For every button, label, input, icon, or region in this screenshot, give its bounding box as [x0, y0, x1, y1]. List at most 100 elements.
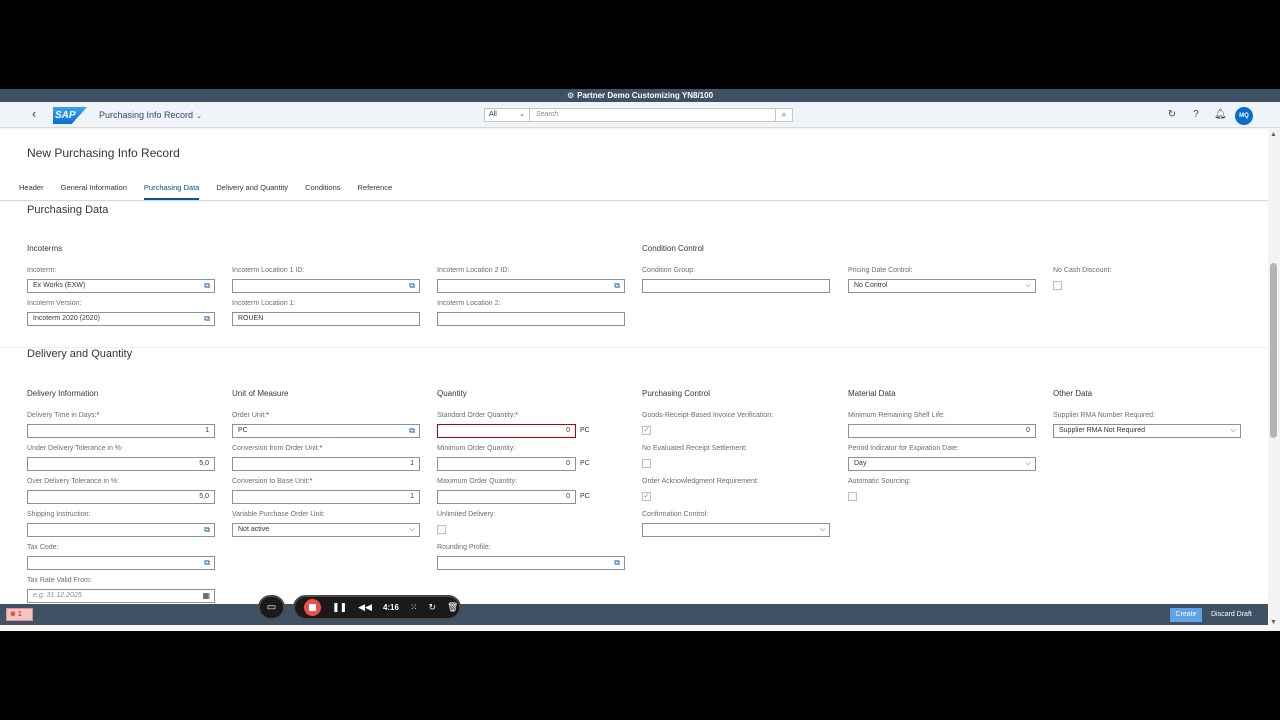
conversion-from-order-unit-field[interactable]: 1 — [232, 457, 420, 471]
incoterm-location1-field[interactable]: ROUEN — [232, 312, 420, 326]
help-icon[interactable]: ? — [1190, 109, 1202, 121]
order-acknowledgment-checkbox[interactable]: ✓ — [642, 492, 651, 501]
search-bar: All ⌄ Search ⌕ — [484, 108, 793, 122]
tab-purchasing-data[interactable]: Purchasing Data — [143, 181, 200, 200]
tab-reference[interactable]: Reference — [358, 181, 393, 200]
order-unit-field[interactable]: PC ⧉ — [232, 424, 420, 438]
value-help-icon[interactable]: ⧉ — [204, 313, 210, 325]
search-input[interactable]: Search — [530, 108, 776, 122]
search-scope-select[interactable]: All ⌄ — [484, 108, 530, 122]
section-title-delivery-and-quantity: Delivery and Quantity — [27, 348, 133, 360]
bell-icon[interactable]: 🔔︎ — [1214, 109, 1227, 121]
partner-icon: ⚙ — [566, 91, 575, 100]
value-help-icon[interactable]: ⧉ — [614, 280, 620, 292]
scrollbar[interactable]: ▲ ▼ — [1268, 129, 1280, 631]
no-cash-discount-checkbox[interactable] — [1053, 281, 1062, 290]
group-title-unit-of-measure: Unit of Measure — [232, 389, 289, 398]
conversion-to-base-unit-field[interactable]: 1 — [232, 490, 420, 504]
scroll-up-icon[interactable]: ▲ — [1270, 131, 1277, 138]
app-title-menu[interactable]: Purchasing Info Record ⌄ — [99, 110, 202, 120]
stop-record-button[interactable] — [304, 599, 321, 616]
tab-header[interactable]: Header — [19, 181, 44, 200]
automatic-sourcing-label: Automatic Sourcing: — [848, 478, 911, 485]
no-ers-checkbox[interactable] — [642, 459, 651, 468]
value-help-icon[interactable]: ⧉ — [614, 557, 620, 569]
discard-draft-button[interactable]: Discard Draft — [1211, 608, 1252, 622]
variable-purchase-order-unit-select[interactable]: Not active ⌵ — [232, 523, 420, 537]
sync-icon[interactable]: ↻ — [1166, 109, 1178, 121]
confirmation-control-select[interactable]: ⌵ — [642, 523, 830, 537]
delivery-time-field[interactable]: 1 — [27, 424, 215, 438]
pricing-date-control-label: Pricing Date Control: — [848, 267, 913, 274]
recorder-camera-button[interactable]: ▭ — [258, 595, 285, 620]
incoterm-location1-id-label: Incoterm Location 1 ID: — [232, 267, 305, 274]
value-help-icon[interactable]: ⧉ — [204, 557, 210, 569]
incoterm-version-field[interactable]: Incoterm 2020 (2020) ⧉ — [27, 312, 215, 326]
shipping-instruction-field[interactable]: ⧉ — [27, 523, 215, 537]
value-help-icon[interactable]: ⧉ — [409, 280, 415, 292]
value-help-icon[interactable]: ⧉ — [204, 524, 210, 536]
incoterm-version-label: Incoterm Version: — [27, 300, 82, 307]
standard-order-quantity-field[interactable]: 0 — [437, 424, 576, 438]
rewind-icon[interactable]: ◀◀ — [358, 602, 372, 613]
group-title-other-data: Other Data — [1053, 389, 1093, 398]
video-camera-icon: ▭ — [266, 602, 277, 613]
chevron-down-icon: ⌄ — [519, 111, 525, 118]
tab-general-information[interactable]: General Information — [61, 181, 127, 200]
back-icon[interactable]: ‹ — [32, 107, 46, 121]
section-divider — [0, 347, 1268, 348]
value-help-icon[interactable]: ⧉ — [409, 425, 415, 437]
rounding-profile-field[interactable]: ⧉ — [437, 556, 625, 570]
grid-icon[interactable]: ⁙ — [410, 602, 418, 613]
pause-icon[interactable]: ❚❚ — [332, 602, 347, 613]
avatar[interactable]: MQ — [1235, 107, 1253, 125]
app-window: ⚙ Partner Demo Customizing YN8/100 ‹ SAP … — [0, 89, 1280, 631]
chevron-down-icon: ⌵ — [819, 526, 825, 533]
period-indicator-label: Period Indicator for Expiration Date: — [848, 445, 959, 452]
incoterm-field[interactable]: Ex Works (EXW) ⧉ — [27, 279, 215, 293]
calendar-icon[interactable]: ▦ — [202, 590, 210, 602]
pricing-date-control-select[interactable]: No Control ⌵ — [848, 279, 1036, 293]
object-header: New Purchasing Info Record Header Genera… — [0, 129, 1268, 201]
tax-rate-valid-from-label: Tax Rate Valid From: — [27, 577, 92, 584]
restart-icon[interactable]: ↻ — [429, 602, 437, 613]
under-delivery-tolerance-field[interactable]: 5,0 — [27, 457, 215, 471]
incoterm-location1-id-field[interactable]: ⧉ — [232, 279, 420, 293]
period-indicator-select[interactable]: Day ⌵ — [848, 457, 1036, 471]
incoterm-location2-id-label: Incoterm Location 2 ID: — [437, 267, 510, 274]
unlimited-delivery-checkbox[interactable] — [437, 525, 446, 534]
section-title-purchasing-data: Purchasing Data — [27, 204, 109, 216]
incoterm-location2-field[interactable] — [437, 312, 625, 326]
no-cash-discount-label: No Cash Discount: — [1053, 267, 1112, 274]
tax-rate-valid-from-datepicker[interactable]: e.g. 31.12.2025 ▦ — [27, 589, 215, 603]
min-shelf-life-label: Minimum Remaining Shelf Life: — [848, 412, 945, 419]
message-popover-button[interactable]: ⊗ 1 — [6, 608, 33, 621]
automatic-sourcing-checkbox[interactable] — [848, 492, 857, 501]
create-button[interactable]: Create — [1170, 608, 1202, 622]
object-page-content: Purchasing Data Incoterms Incoterm: Ex W… — [0, 202, 1268, 604]
scroll-down-icon[interactable]: ▼ — [1270, 619, 1277, 626]
supplier-rma-select[interactable]: Supplier RMA Not Required ⌵ — [1053, 424, 1241, 438]
gr-based-invoice-verification-label: Goods-Receipt-Based Invoice Verification… — [642, 412, 774, 419]
condition-group-field[interactable] — [642, 279, 830, 293]
supplier-rma-label: Supplier RMA Number Required: — [1053, 412, 1155, 419]
sap-logo[interactable]: SAP — [53, 107, 87, 124]
recorder-toolbar: ❚❚ ◀◀ 4:16 ⁙ ↻ 🗑︎ — [293, 595, 461, 620]
incoterm-location2-id-field[interactable]: ⧉ — [437, 279, 625, 293]
scrollbar-thumb[interactable] — [1270, 263, 1277, 438]
tab-delivery-and-quantity[interactable]: Delivery and Quantity — [216, 181, 288, 200]
search-icon[interactable]: ⌕ — [776, 108, 793, 122]
tax-code-label: Tax Code: — [27, 544, 59, 551]
maximum-order-quantity-unit: PC — [580, 493, 590, 500]
min-shelf-life-field[interactable]: 0 — [848, 424, 1036, 438]
tax-code-field[interactable]: ⧉ — [27, 556, 215, 570]
maximum-order-quantity-field[interactable]: 0 — [437, 490, 576, 504]
over-delivery-tolerance-field[interactable]: 5,0 — [27, 490, 215, 504]
trash-icon[interactable]: 🗑︎ — [447, 602, 458, 613]
tab-conditions[interactable]: Conditions — [305, 181, 340, 200]
condition-group-label: Condition Group: — [642, 267, 695, 274]
minimum-order-quantity-field[interactable]: 0 — [437, 457, 576, 471]
value-help-icon[interactable]: ⧉ — [204, 280, 210, 292]
incoterm-location2-label: Incoterm Location 2: — [437, 300, 501, 307]
gr-based-invoice-verification-checkbox[interactable]: ✓ — [642, 426, 651, 435]
